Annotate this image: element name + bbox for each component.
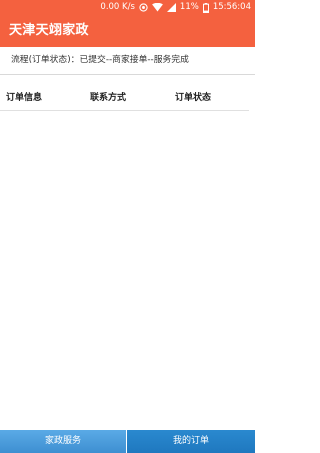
bottom-tab-bar: 家政服务 我的订单 bbox=[0, 430, 255, 453]
wifi-icon bbox=[152, 3, 163, 12]
column-header-order-info: 订单信息 bbox=[6, 93, 43, 103]
column-header-contact: 联系方式 bbox=[90, 93, 127, 103]
column-header-order-status: 订单状态 bbox=[175, 93, 212, 103]
battery-percent: 11% bbox=[179, 2, 199, 12]
process-description: 流程(订单状态)：已提交--商家接单--服务完成 bbox=[0, 47, 255, 75]
page-title: 天津天翊家政 bbox=[9, 23, 89, 38]
signal-icon bbox=[166, 3, 176, 12]
clock: 15:56:04 bbox=[212, 2, 251, 12]
sync-icon bbox=[139, 3, 148, 12]
status-bar: 0.00 K/s 11% 15:56:04 bbox=[0, 0, 255, 16]
network-speed: 0.00 K/s bbox=[100, 2, 135, 12]
order-table-header: 订单信息 联系方式 订单状态 bbox=[0, 86, 249, 111]
app-header: 0.00 K/s 11% 15:56:04 天津天翊家政 bbox=[0, 0, 255, 47]
tab-my-orders[interactable]: 我的订单 bbox=[127, 430, 255, 453]
battery-icon bbox=[202, 2, 209, 13]
tab-home-services[interactable]: 家政服务 bbox=[0, 430, 127, 453]
